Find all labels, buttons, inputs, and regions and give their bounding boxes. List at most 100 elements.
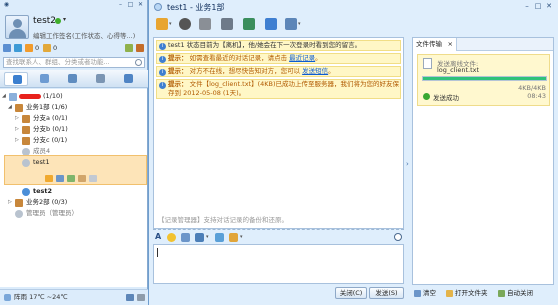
clear-button[interactable]: 清空 bbox=[423, 286, 436, 300]
search-icon[interactable] bbox=[135, 59, 142, 66]
sms-icon[interactable] bbox=[67, 175, 75, 182]
transfer-status: 发送成功 bbox=[433, 94, 459, 102]
apps-icon[interactable] bbox=[125, 44, 133, 52]
tree-dept1[interactable]: ◢ 业务1部 (1/6) bbox=[0, 102, 147, 113]
user-online-icon bbox=[22, 188, 30, 196]
collapse-arrow-icon[interactable]: ▷ bbox=[8, 197, 12, 208]
mail-icon[interactable] bbox=[3, 44, 11, 52]
text-caret bbox=[157, 248, 158, 257]
task-count: 0 bbox=[53, 44, 58, 52]
photo-icon[interactable] bbox=[215, 233, 224, 242]
signature-field[interactable]: 编辑工作签名(工作状态、心得等...) bbox=[33, 30, 135, 40]
tree-sub-a-label: 分支a (0/1) bbox=[33, 114, 68, 122]
nav-tabs bbox=[0, 70, 148, 88]
tree-dept2[interactable]: ▷ 业务2部 (0/3) bbox=[0, 197, 147, 208]
recent-records-link[interactable]: 最近记录 bbox=[289, 54, 315, 62]
screenshot-icon[interactable] bbox=[195, 233, 204, 242]
tasks-icon[interactable] bbox=[43, 44, 51, 52]
tab-search[interactable] bbox=[60, 72, 84, 86]
chevron-down-icon[interactable]: ▾ bbox=[63, 16, 66, 23]
avatar[interactable] bbox=[5, 15, 29, 39]
tree-current-user[interactable]: test2 bbox=[0, 186, 147, 197]
tab-apps[interactable] bbox=[116, 72, 140, 86]
maximize-icon[interactable]: □ bbox=[533, 2, 543, 10]
tree-sub-b[interactable]: ▷ 分支b (0/1) bbox=[0, 124, 147, 135]
contact-tree: ◢ (1/10) ◢ 业务1部 (1/6) ▷ 分支a (0/1) ▷ 分支b … bbox=[0, 89, 147, 287]
menu-icon[interactable] bbox=[137, 294, 145, 301]
chevron-down-icon[interactable]: ▾ bbox=[298, 21, 301, 27]
collapse-arrow-icon[interactable]: ▷ bbox=[15, 124, 19, 135]
toggle-side-panel-icon[interactable]: › bbox=[406, 160, 409, 168]
font-icon[interactable]: A bbox=[155, 232, 161, 241]
phone-icon[interactable] bbox=[199, 18, 211, 30]
invite-icon[interactable] bbox=[265, 18, 277, 30]
skin-icon[interactable] bbox=[136, 44, 144, 52]
printer-icon[interactable] bbox=[221, 18, 233, 30]
search-input[interactable]: 查找联系人、群组、分类或者功能... bbox=[3, 57, 145, 68]
emoji-icon[interactable] bbox=[167, 233, 176, 242]
tab-file-transfer[interactable]: 文件传输 × bbox=[413, 38, 457, 51]
alert-icon[interactable] bbox=[25, 44, 33, 52]
auto-close-icon[interactable] bbox=[498, 290, 505, 297]
chevron-down-icon[interactable]: ▾ bbox=[206, 234, 209, 240]
chat-icon[interactable] bbox=[45, 175, 53, 182]
search-placeholder: 查找联系人、群组、分类或者功能... bbox=[6, 58, 110, 66]
open-folder-button[interactable]: 打开文件夹 bbox=[455, 286, 488, 300]
email-icon[interactable] bbox=[56, 175, 64, 182]
attachment-icon[interactable] bbox=[229, 233, 238, 242]
camera-icon[interactable] bbox=[179, 18, 191, 30]
search-icon[interactable] bbox=[394, 233, 402, 241]
tab-contacts[interactable] bbox=[4, 72, 28, 86]
redacted-name bbox=[19, 94, 41, 99]
folder-icon[interactable] bbox=[446, 290, 453, 297]
tree-sub-a[interactable]: ▷ 分支a (0/1) bbox=[0, 113, 147, 124]
chevron-down-icon[interactable]: ▾ bbox=[169, 21, 172, 27]
send-sms-link[interactable]: 发送短信 bbox=[302, 67, 328, 75]
online-status-icon[interactable] bbox=[55, 18, 61, 24]
selected-contact[interactable]: test1 bbox=[4, 155, 147, 185]
message-input[interactable] bbox=[153, 244, 404, 284]
file-transfer-panel: 文件传输 × 发送离线文件: log_client.txt 4KB/4KB 发送… bbox=[412, 37, 554, 285]
minimize-icon[interactable]: – bbox=[522, 2, 532, 10]
message-icon[interactable] bbox=[14, 44, 22, 52]
branch-icon bbox=[22, 115, 30, 123]
pen-icon[interactable] bbox=[156, 18, 168, 30]
info-icon: i bbox=[159, 43, 166, 50]
collapse-arrow-icon[interactable]: ▷ bbox=[15, 135, 19, 146]
file-icon[interactable] bbox=[78, 175, 86, 182]
weather-icon bbox=[4, 294, 11, 301]
image-icon[interactable] bbox=[181, 233, 190, 242]
minimize-icon[interactable]: – bbox=[116, 1, 125, 9]
more-tools-icon[interactable] bbox=[285, 18, 297, 30]
share-icon[interactable] bbox=[243, 18, 255, 30]
close-icon[interactable]: ✕ bbox=[544, 2, 554, 10]
maximize-icon[interactable]: □ bbox=[126, 1, 135, 9]
expand-arrow-icon[interactable]: ◢ bbox=[2, 91, 6, 102]
auto-close-toggle[interactable]: 自动关闭 bbox=[507, 286, 533, 300]
expand-arrow-icon[interactable]: ◢ bbox=[8, 102, 12, 113]
close-icon[interactable]: ✕ bbox=[136, 1, 145, 9]
close-icon[interactable]: × bbox=[448, 38, 453, 50]
notice-prefix: 提示： bbox=[168, 54, 188, 62]
send-button[interactable]: 发送(S) bbox=[369, 287, 404, 299]
notice-offline: i test1 状态目前为【离机】，他/她会在下一次登录时看到您的留言。 bbox=[156, 40, 401, 51]
tree-root[interactable]: ◢ (1/10) bbox=[0, 91, 147, 102]
collapse-arrow-icon[interactable]: ▷ bbox=[15, 113, 19, 124]
tree-dept1-label: 业务1部 (1/6) bbox=[26, 103, 68, 111]
tab-settings[interactable] bbox=[88, 72, 112, 86]
tab-groups[interactable] bbox=[32, 72, 56, 86]
more-icon[interactable] bbox=[89, 175, 97, 182]
department-icon bbox=[15, 104, 23, 112]
tree-current-user-label: test2 bbox=[33, 187, 53, 195]
clear-icon[interactable] bbox=[414, 290, 421, 297]
notice-text: 如需查看最近的对话记录，请点击 bbox=[189, 54, 288, 62]
message-box-icon[interactable] bbox=[126, 294, 134, 301]
left-titlebar: ◉ – □ ✕ bbox=[0, 0, 147, 11]
tree-admin[interactable]: 管理员（管理员） bbox=[0, 208, 147, 219]
chevron-down-icon[interactable]: ▾ bbox=[240, 234, 243, 240]
tree-sub-c[interactable]: ▷ 分支c (0/1) bbox=[0, 135, 147, 146]
profile-card: test2 ▾ 编辑工作签名(工作状态、心得等...) bbox=[3, 13, 146, 43]
close-button[interactable]: 关闭(C) bbox=[335, 287, 367, 299]
home-icon bbox=[9, 93, 17, 101]
info-icon: i bbox=[159, 56, 166, 63]
